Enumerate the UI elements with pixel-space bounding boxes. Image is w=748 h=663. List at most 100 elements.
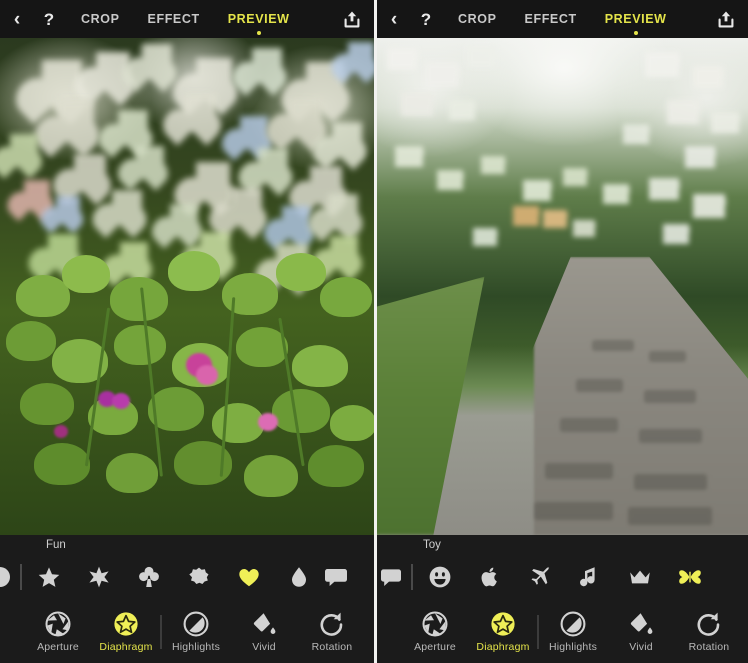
help-button[interactable]: ? [34, 11, 64, 28]
highlights-icon [183, 611, 209, 637]
clover-shape-icon [139, 566, 159, 587]
shape-speech-bubble[interactable] [324, 556, 348, 598]
aperture-icon [422, 611, 448, 637]
tab-effect-label: EFFECT [147, 12, 200, 26]
question-mark-icon: ? [43, 9, 55, 29]
tool-rotation-label: Rotation [311, 641, 353, 653]
share-upload-icon [344, 11, 360, 27]
star6-shape-icon [89, 566, 109, 588]
shape-butterfly[interactable] [665, 556, 715, 598]
diaphragm-star-icon [491, 612, 515, 636]
tool-diaphragm-label: Diaphragm [476, 641, 530, 653]
question-mark-icon: ? [420, 9, 432, 29]
shape-strip-right: Toy [377, 535, 748, 600]
tab-crop[interactable]: CROP [80, 10, 121, 28]
aperture-icon [45, 611, 71, 637]
tab-crop-label: CROP [458, 12, 497, 26]
shape-heart[interactable] [224, 556, 274, 598]
tool-highlights-right[interactable]: Highlights [539, 600, 607, 663]
photo-foreground-clover [0, 247, 374, 535]
smiley-shape-icon [429, 566, 451, 588]
music-note-shape-icon [580, 567, 595, 587]
shape-category-label-right: Toy [423, 539, 441, 551]
highlights-icon [560, 611, 586, 637]
rotate-right-icon [697, 612, 720, 636]
tool-vivid-right[interactable]: Vivid [607, 600, 675, 663]
tool-highlights-label: Highlights [548, 641, 598, 653]
back-button[interactable]: ‹ [0, 10, 34, 29]
tool-diaphragm[interactable]: Diaphragm [92, 600, 160, 663]
tab-effect-right[interactable]: EFFECT [524, 10, 578, 28]
apple-shape-icon [481, 567, 497, 587]
tool-aperture-label: Aperture [37, 641, 79, 653]
tool-diaphragm-right[interactable]: Diaphragm [469, 600, 537, 663]
toolbar-tabs-right: CROP EFFECT PREVIEW [457, 10, 704, 35]
tool-rotation-right[interactable]: Rotation [675, 600, 743, 663]
tool-bar-right: Aperture Diaphragm Highlights Vivid Rota… [377, 600, 748, 663]
tab-preview-right[interactable]: PREVIEW [604, 10, 668, 35]
active-tab-indicator-dot [256, 31, 261, 35]
toolbar-tabs: CROP EFFECT PREVIEW [80, 10, 330, 35]
shape-row-right [377, 556, 748, 598]
top-toolbar-right: ‹ ? CROP EFFECT PREVIEW [377, 0, 748, 38]
paint-bucket-icon [630, 613, 653, 634]
tool-bar-left: Aperture Diaphragm Highlights Vivid Rota… [0, 600, 374, 663]
shape-music-note[interactable] [565, 556, 615, 598]
tool-aperture[interactable]: Aperture [24, 600, 92, 663]
shape-smiley[interactable] [415, 556, 465, 598]
tool-highlights[interactable]: Highlights [162, 600, 230, 663]
tab-preview-label: PREVIEW [227, 12, 290, 26]
shape-star6[interactable] [74, 556, 124, 598]
speech-bubble-shape-icon [325, 569, 347, 586]
photo-preview-right[interactable] [377, 38, 748, 535]
paint-bucket-icon [253, 613, 276, 634]
heart-shape-icon [239, 569, 259, 587]
bokeh-editor-app: ‹ ? CROP EFFECT PREVIEW Fun Aperture Dia… [0, 0, 748, 663]
tool-aperture-label: Aperture [414, 641, 456, 653]
rotate-right-icon [320, 612, 343, 636]
airplane-shape-icon [531, 566, 550, 585]
chevron-left-icon: ‹ [13, 8, 21, 30]
shape-clover[interactable] [124, 556, 174, 598]
shape-circle[interactable] [0, 556, 18, 598]
shape-crown[interactable] [615, 556, 665, 598]
tool-vivid[interactable]: Vivid [230, 600, 298, 663]
shape-strip-left: Fun [0, 535, 374, 600]
share-button[interactable] [330, 9, 374, 30]
tool-vivid-label: Vivid [252, 641, 276, 653]
tab-preview-label: PREVIEW [604, 12, 667, 26]
share-button-right[interactable] [704, 9, 748, 30]
editor-panel-left: ‹ ? CROP EFFECT PREVIEW Fun Aperture Dia… [0, 0, 374, 663]
butterfly-shape-icon [679, 570, 701, 584]
speech-bubble-shape-icon [381, 569, 401, 586]
tab-crop-right[interactable]: CROP [457, 10, 498, 28]
tool-diaphragm-label: Diaphragm [99, 641, 153, 653]
chevron-left-icon: ‹ [390, 8, 398, 30]
back-button-right[interactable]: ‹ [377, 10, 411, 29]
tool-peek-right[interactable] [366, 600, 374, 663]
active-tab-indicator-dot [633, 31, 638, 35]
tool-peek-left[interactable] [0, 600, 24, 663]
editor-panel-right: ‹ ? CROP EFFECT PREVIEW Toy Aperture Dia… [374, 0, 748, 663]
diaphragm-star-icon [114, 612, 138, 636]
shape-category-label: Fun [46, 539, 66, 551]
tool-peek-left-right[interactable] [377, 600, 401, 663]
photo-preview-left[interactable] [0, 38, 374, 535]
shape-flower[interactable] [174, 556, 224, 598]
share-upload-icon [718, 11, 734, 27]
shape-teardrop[interactable] [274, 556, 324, 598]
shape-speech-bubble-right[interactable] [377, 556, 409, 598]
tool-highlights-label: Highlights [171, 641, 221, 653]
shape-apple[interactable] [465, 556, 515, 598]
shape-star5[interactable] [24, 556, 74, 598]
tab-effect[interactable]: EFFECT [147, 10, 201, 28]
tool-peek-right-right[interactable] [743, 600, 748, 663]
tool-rotation[interactable]: Rotation [298, 600, 366, 663]
tool-aperture-right[interactable]: Aperture [401, 600, 469, 663]
teardrop-shape-icon [292, 567, 306, 587]
shape-divider-right [411, 564, 413, 590]
tab-preview[interactable]: PREVIEW [227, 10, 291, 35]
help-button-right[interactable]: ? [411, 11, 441, 28]
shape-airplane[interactable] [515, 556, 565, 598]
star5-shape-icon [38, 567, 60, 587]
